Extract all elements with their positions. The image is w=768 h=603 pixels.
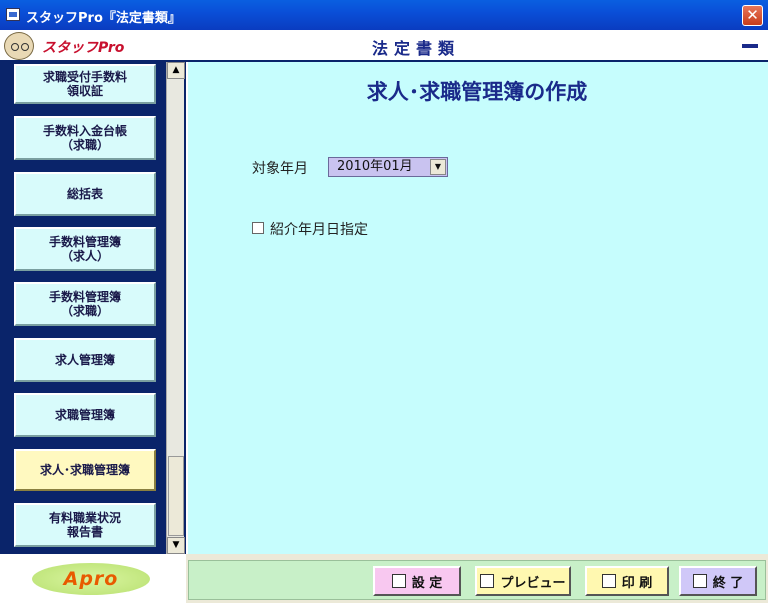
print-label: 印 刷 xyxy=(621,575,653,591)
sidebar-item-fee-receipt[interactable]: 求職受付手数料 領収証 xyxy=(14,64,156,104)
exit-button[interactable]: 終 了 xyxy=(679,566,757,596)
printer-icon xyxy=(391,574,406,588)
period-select[interactable]: 2010年01月 ▼ xyxy=(328,157,448,177)
period-label: 対象年月 xyxy=(252,161,308,177)
main-panel: 求人･求職管理簿の作成 対象年月 2010年01月 ▼ 紹介年月日指定 xyxy=(186,62,768,554)
chevron-down-icon[interactable]: ▼ xyxy=(430,159,446,175)
footer-button-bar: 設 定 プレビュー 印 刷 終 了 xyxy=(188,560,766,600)
referral-date-label[interactable]: 紹介年月日指定 xyxy=(270,219,368,239)
sidebar-item-jobseeker-register[interactable]: 求職管理簿 xyxy=(14,393,156,437)
period-value: 2010年01月 xyxy=(337,159,413,174)
sidebar-item-status-report[interactable]: 有料職業状況 報告書 xyxy=(14,503,156,547)
sidebar: 求職受付手数料 領収証 手数料入金台帳 （求職） 総括表 手数料管理簿 （求人）… xyxy=(0,62,186,554)
scroll-up-icon[interactable]: ▲ xyxy=(167,62,185,79)
apro-logo: Apro xyxy=(32,563,150,595)
minimize-button[interactable] xyxy=(742,44,758,48)
sidebar-item-fee-ledger-jobseeker[interactable]: 手数料入金台帳 （求職） xyxy=(14,116,156,160)
sidebar-item-job-jobseeker-register[interactable]: 求人･求職管理簿 xyxy=(14,449,156,491)
brand-area: Apro xyxy=(0,554,186,603)
scroll-down-icon[interactable]: ▼ xyxy=(167,537,185,554)
footer: Apro 設 定 プレビュー 印 刷 終 了 xyxy=(0,554,768,603)
sidebar-scrollbar[interactable]: ▲ ▼ xyxy=(166,62,185,554)
preview-label: プレビュー xyxy=(500,575,566,591)
app-window: スタッフPro『法定書類』 ✕ スタッフPro 法定書類 求職受付手数料 領収証… xyxy=(0,0,768,603)
settings-label: 設 定 xyxy=(411,575,443,591)
monitor-icon xyxy=(480,574,495,588)
scroll-thumb[interactable] xyxy=(168,456,184,536)
screen-title: 法定書類 xyxy=(372,39,461,58)
door-icon xyxy=(692,574,707,588)
app-icon xyxy=(6,8,20,21)
sidebar-item-job-register[interactable]: 求人管理簿 xyxy=(14,338,156,382)
sidebar-item-fee-register-jobseeker[interactable]: 手数料管理簿 （求職） xyxy=(14,282,156,326)
sidebar-item-summary[interactable]: 総括表 xyxy=(14,172,156,216)
title-bar: スタッフPro『法定書類』 ✕ xyxy=(0,0,768,30)
print-button[interactable]: 印 刷 xyxy=(585,566,669,596)
close-button[interactable]: ✕ xyxy=(742,5,763,26)
referral-date-checkbox[interactable] xyxy=(252,222,264,234)
mascot-icon xyxy=(4,32,34,60)
window-title: スタッフPro『法定書類』 xyxy=(26,11,181,26)
sidebar-item-fee-register-employer[interactable]: 手数料管理簿 （求人） xyxy=(14,227,156,271)
page-title: 求人･求職管理簿の作成 xyxy=(366,80,588,104)
header-strip: スタッフPro 法定書類 xyxy=(0,30,768,62)
preview-button[interactable]: プレビュー xyxy=(475,566,571,596)
exit-label: 終 了 xyxy=(712,575,744,591)
app-logo: スタッフPro xyxy=(42,40,125,56)
document-icon xyxy=(601,574,616,588)
settings-button[interactable]: 設 定 xyxy=(373,566,461,596)
